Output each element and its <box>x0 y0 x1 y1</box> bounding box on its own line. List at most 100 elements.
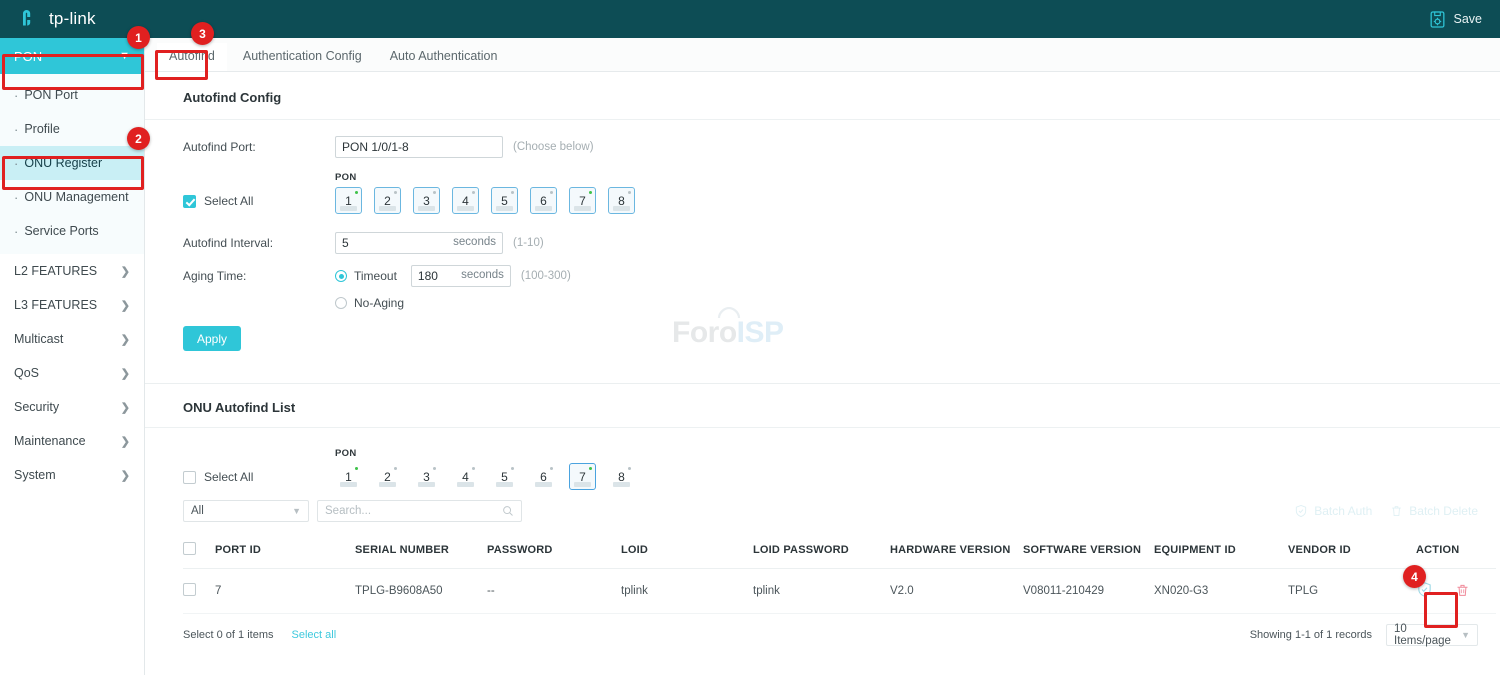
config-port-5[interactable]: 5 <box>491 187 518 214</box>
autofind-config-title: Autofind Config <box>145 72 1500 119</box>
sidebar-group-label: L2 FEATURES <box>14 264 97 278</box>
column-loid-password: LOID PASSWORD <box>753 530 890 569</box>
search-input[interactable]: Search... <box>317 500 522 522</box>
sidebar-item-l3-features[interactable]: L3 FEATURES ❯ <box>0 288 144 322</box>
sidebar-item-label: Profile <box>24 122 59 136</box>
tab-authentication-config[interactable]: Authentication Config <box>231 43 374 71</box>
save-button[interactable]: Save <box>1428 10 1500 29</box>
tab-label: Authentication Config <box>243 49 362 63</box>
list-port-7[interactable]: 7 <box>569 463 596 490</box>
list-port-5[interactable]: 5 <box>491 463 518 490</box>
config-port-2[interactable]: 2 <box>374 187 401 214</box>
config-port-4[interactable]: 4 <box>452 187 479 214</box>
list-port-8[interactable]: 8 <box>608 463 635 490</box>
link-led-icon <box>550 191 553 194</box>
config-port-selector: PON 1 2 <box>335 172 635 214</box>
sidebar-item-pon-port[interactable]: · PON Port <box>0 78 144 112</box>
select-all-list-checkbox[interactable] <box>183 471 196 484</box>
list-port-6[interactable]: 6 <box>530 463 557 490</box>
link-led-icon <box>589 191 592 194</box>
sidebar-item-label: Service Ports <box>24 224 98 238</box>
autofind-interval-label: Autofind Interval: <box>183 236 335 250</box>
aging-timeout-input[interactable] <box>411 265 511 287</box>
column-password: PASSWORD <box>487 530 621 569</box>
sidebar-item-system[interactable]: System ❯ <box>0 458 144 492</box>
filter-select[interactable]: All ▼ <box>183 500 309 522</box>
port-base-icon <box>340 206 357 211</box>
sidebar-group-label: System <box>14 468 56 482</box>
page-size-select[interactable]: 10 Items/page ▼ <box>1386 624 1478 646</box>
select-all-config-wrap: Select All <box>183 172 335 208</box>
sidebar-item-onu-register[interactable]: · ONU Register <box>0 146 144 180</box>
no-aging-label: No-Aging <box>354 296 404 310</box>
config-port-8[interactable]: 8 <box>608 187 635 214</box>
sidebar-group-label: Security <box>14 400 59 414</box>
sidebar-group-label: QoS <box>14 366 39 380</box>
column-loid: LOID <box>621 530 753 569</box>
filter-select-value: All <box>191 505 204 517</box>
config-port-3[interactable]: 3 <box>413 187 440 214</box>
list-port-1[interactable]: 1 <box>335 463 362 490</box>
interval-range-hint: (1-10) <box>513 237 544 249</box>
link-led-icon <box>433 191 436 194</box>
list-port-4[interactable]: 4 <box>452 463 479 490</box>
config-port-6[interactable]: 6 <box>530 187 557 214</box>
list-ports-title: PON <box>335 448 635 459</box>
port-base-icon <box>379 482 396 487</box>
link-led-icon <box>355 467 358 470</box>
link-led-icon <box>550 467 553 470</box>
selection-count: Select 0 of 1 items <box>183 629 274 641</box>
column-vendor-id: VENDOR ID <box>1288 530 1416 569</box>
select-all-link[interactable]: Select all <box>292 629 337 641</box>
sidebar-item-label: PON Port <box>24 88 78 102</box>
port-base-icon <box>613 206 630 211</box>
tab-auto-authentication[interactable]: Auto Authentication <box>378 43 510 71</box>
config-port-7[interactable]: 7 <box>569 187 596 214</box>
file-gear-icon <box>1428 10 1447 29</box>
bullet-icon: · <box>14 89 18 102</box>
onu-table-body: 7 TPLG-B9608A50 -- tplink tplink V2.0 V0… <box>183 569 1496 614</box>
shield-check-icon <box>1294 504 1308 518</box>
list-port-3[interactable]: 3 <box>413 463 440 490</box>
select-all-config-checkbox[interactable] <box>183 195 196 208</box>
list-port-2[interactable]: 2 <box>374 463 401 490</box>
link-led-icon <box>511 467 514 470</box>
sidebar-item-maintenance[interactable]: Maintenance ❯ <box>0 424 144 458</box>
column-serial-number: SERIAL NUMBER <box>355 530 487 569</box>
link-led-icon <box>355 191 358 194</box>
aging-timeout-radio[interactable] <box>335 270 347 282</box>
sidebar-item-multicast[interactable]: Multicast ❯ <box>0 322 144 356</box>
column-equipment-id: EQUIPMENT ID <box>1154 530 1288 569</box>
config-ports-title: PON <box>335 172 635 183</box>
sidebar-item-onu-management[interactable]: · ONU Management <box>0 180 144 214</box>
header-select-cell <box>183 530 215 569</box>
table-select-all-checkbox[interactable] <box>183 542 196 555</box>
sidebar-group-label: Multicast <box>14 332 63 346</box>
chevron-right-icon: ❯ <box>121 401 130 414</box>
row-delete-button[interactable] <box>1455 582 1470 598</box>
tp-link-logo-icon <box>18 7 42 31</box>
port-base-icon <box>457 482 474 487</box>
row-checkbox[interactable] <box>183 583 196 596</box>
timeout-input-wrap: seconds <box>411 265 511 287</box>
content-area: Autofind Authentication Config Auto Auth… <box>145 38 1500 675</box>
tab-autofind[interactable]: Autofind <box>157 43 227 71</box>
sidebar-item-qos[interactable]: QoS ❯ <box>0 356 144 390</box>
sidebar: PON ▼ · PON Port · Profile · ONU Registe… <box>0 38 145 675</box>
link-led-icon <box>472 191 475 194</box>
sidebar-item-service-ports[interactable]: · Service Ports <box>0 214 144 248</box>
config-port-1[interactable]: 1 <box>335 187 362 214</box>
sidebar-item-l2-features[interactable]: L2 FEATURES ❯ <box>0 254 144 288</box>
sidebar-item-label: ONU Management <box>24 190 128 204</box>
no-aging-radio[interactable] <box>335 297 347 309</box>
batch-auth-label: Batch Auth <box>1314 504 1372 518</box>
autofind-interval-input[interactable] <box>335 232 503 254</box>
chevron-right-icon: ❯ <box>121 265 130 278</box>
apply-button[interactable]: Apply <box>183 326 241 351</box>
sidebar-item-profile[interactable]: · Profile <box>0 112 144 146</box>
no-aging-row: No-Aging <box>183 296 1500 310</box>
autofind-port-input[interactable] <box>335 136 503 158</box>
row-auth-button[interactable] <box>1416 581 1433 598</box>
sidebar-item-security[interactable]: Security ❯ <box>0 390 144 424</box>
sidebar-group-pon[interactable]: PON ▼ <box>0 38 144 74</box>
